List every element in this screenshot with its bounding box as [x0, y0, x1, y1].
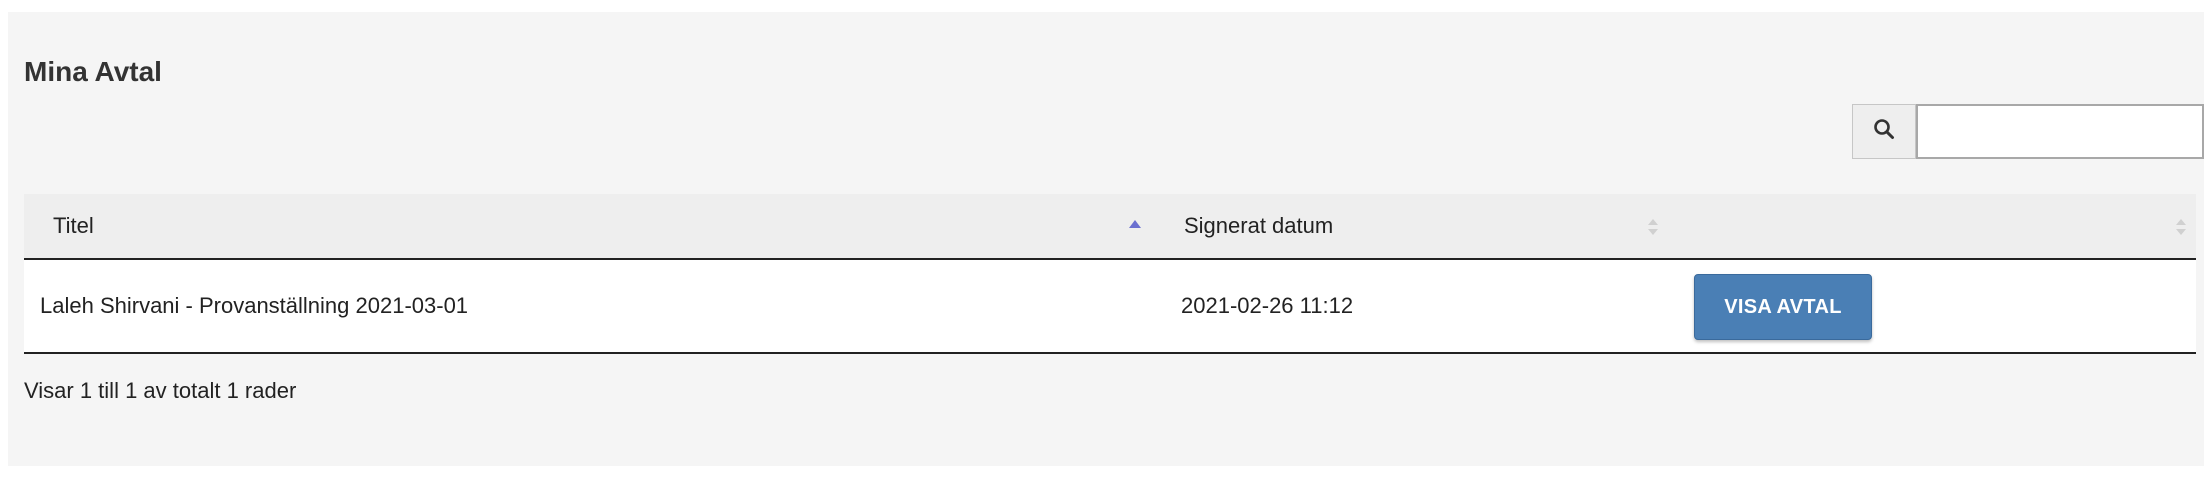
sort-both-icon[interactable]	[2174, 216, 2188, 238]
cell-signed-date: 2021-02-26 11:12	[1181, 293, 1354, 318]
cell-title: Laleh Shirvani - Provanställning 2021-03…	[40, 293, 469, 318]
column-header-titel[interactable]: Titel	[53, 194, 94, 258]
table-info: Visar 1 till 1 av totalt 1 rader	[24, 378, 297, 403]
column-header-signerat-datum[interactable]: Signerat datum	[1184, 194, 1333, 258]
sort-both-icon[interactable]	[1646, 216, 1660, 238]
search-addon	[1852, 104, 1916, 159]
column-header-label: Signerat datum	[1184, 213, 1334, 238]
sort-ascending-icon[interactable]	[1128, 216, 1142, 238]
search-box	[1852, 104, 2204, 159]
table-row: Laleh Shirvani - Provanställning 2021-03…	[24, 260, 2196, 354]
contracts-panel: Mina Avtal Titel Signerat datum Laleh Sh…	[8, 12, 2204, 466]
contracts-table: Titel Signerat datum Laleh Shirvani - Pr…	[24, 194, 2196, 354]
view-contract-button[interactable]: VISA AVTAL	[1694, 274, 1872, 340]
table-header: Titel Signerat datum	[24, 194, 2196, 260]
page-title: Mina Avtal	[24, 56, 162, 87]
search-input[interactable]	[1916, 104, 2204, 159]
column-header-label: Titel	[53, 213, 94, 238]
search-icon	[1873, 118, 1895, 145]
